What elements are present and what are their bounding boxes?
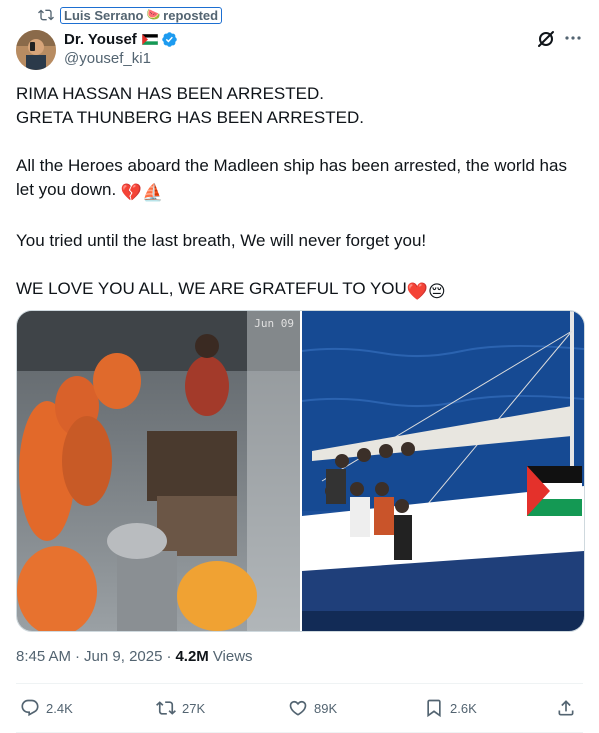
avatar[interactable] xyxy=(16,30,56,70)
broken-heart-sailboat-emoji: 💔⛵ xyxy=(120,183,164,202)
tweet-line: GRETA THUNBERG HAS BEEN ARRESTED. xyxy=(16,108,364,127)
palestine-flag-icon xyxy=(141,33,158,45)
cctv-timestamp: Jun 09 xyxy=(254,317,294,330)
tweet-line: All the Heroes aboard the Madleen ship h… xyxy=(16,154,588,205)
author-display-name[interactable]: Dr. Yousef xyxy=(64,31,137,48)
repost-count: 27K xyxy=(182,700,206,716)
tweet-line: RIMA HASSAN HAS BEEN ARRESTED. xyxy=(16,84,324,103)
author-handle[interactable]: @yousef_ki1 xyxy=(64,50,151,67)
repost-button[interactable]: 27K xyxy=(156,694,205,722)
bookmark-count: 2.6K xyxy=(450,700,477,716)
tweet-meta: 8:45 AM · Jun 9, 2025 · 4.2M Views xyxy=(16,648,253,665)
verified-icon[interactable] xyxy=(161,31,178,48)
boat-photo xyxy=(302,311,584,631)
like-count: 89K xyxy=(314,700,338,716)
reply-count: 2.4K xyxy=(46,700,73,716)
tweet-line-text: WE LOVE YOU ALL, WE ARE GRATEFUL TO YOU xyxy=(16,279,407,298)
repost-user-name: Luis Serrano xyxy=(64,7,144,23)
author-name-row[interactable]: Dr. Yousef xyxy=(64,29,178,49)
tweet-text: RIMA HASSAN HAS BEEN ARRESTED. GRETA THU… xyxy=(16,82,588,304)
watermelon-emoji: 🍉 xyxy=(146,8,161,21)
like-button[interactable]: 89K xyxy=(288,694,337,722)
tweet-line-text: All the Heroes aboard the Madleen ship h… xyxy=(16,156,567,199)
bookmark-icon xyxy=(427,699,441,718)
media-photo-boat[interactable] xyxy=(302,311,584,631)
tweet-date[interactable]: Jun 9, 2025 xyxy=(84,648,162,665)
media-grid[interactable]: Jun 09 xyxy=(16,310,585,632)
heart-pensive-emoji: ❤️😔 xyxy=(406,282,446,301)
media-photo-cctv[interactable]: Jun 09 xyxy=(17,311,300,631)
tweet-line: You tried until the last breath, We will… xyxy=(16,231,427,250)
repost-icon xyxy=(38,9,54,21)
repost-label: reposted xyxy=(163,7,219,23)
bookmark-button[interactable]: 2.6K xyxy=(424,694,477,722)
divider xyxy=(16,683,583,684)
views-count: 4.2M xyxy=(175,648,209,665)
action-bar: 2.4K 27K 89K 2.6K xyxy=(16,694,583,722)
views-label: Views xyxy=(212,648,253,665)
tweet-time[interactable]: 8:45 AM xyxy=(16,648,71,665)
meta-separator: · xyxy=(166,648,172,665)
grok-button[interactable] xyxy=(536,29,556,49)
grok-icon xyxy=(538,31,554,47)
meta-separator: · xyxy=(75,648,81,665)
reply-button[interactable]: 2.4K xyxy=(20,694,73,722)
more-icon xyxy=(565,36,581,40)
reply-icon xyxy=(21,699,39,717)
repost-user-link[interactable]: Luis Serrano 🍉 reposted xyxy=(60,6,223,24)
share-icon xyxy=(558,700,574,716)
more-options-button[interactable] xyxy=(562,27,584,49)
avatar-image xyxy=(16,30,56,70)
repost-indicator[interactable]: Luis Serrano 🍉 reposted xyxy=(38,6,223,24)
share-button[interactable] xyxy=(556,694,582,722)
tweet-line: WE LOVE YOU ALL, WE ARE GRATEFUL TO YOU❤… xyxy=(16,277,588,304)
cctv-photo xyxy=(17,311,300,631)
retweet-icon xyxy=(156,701,176,715)
like-icon xyxy=(289,700,307,716)
